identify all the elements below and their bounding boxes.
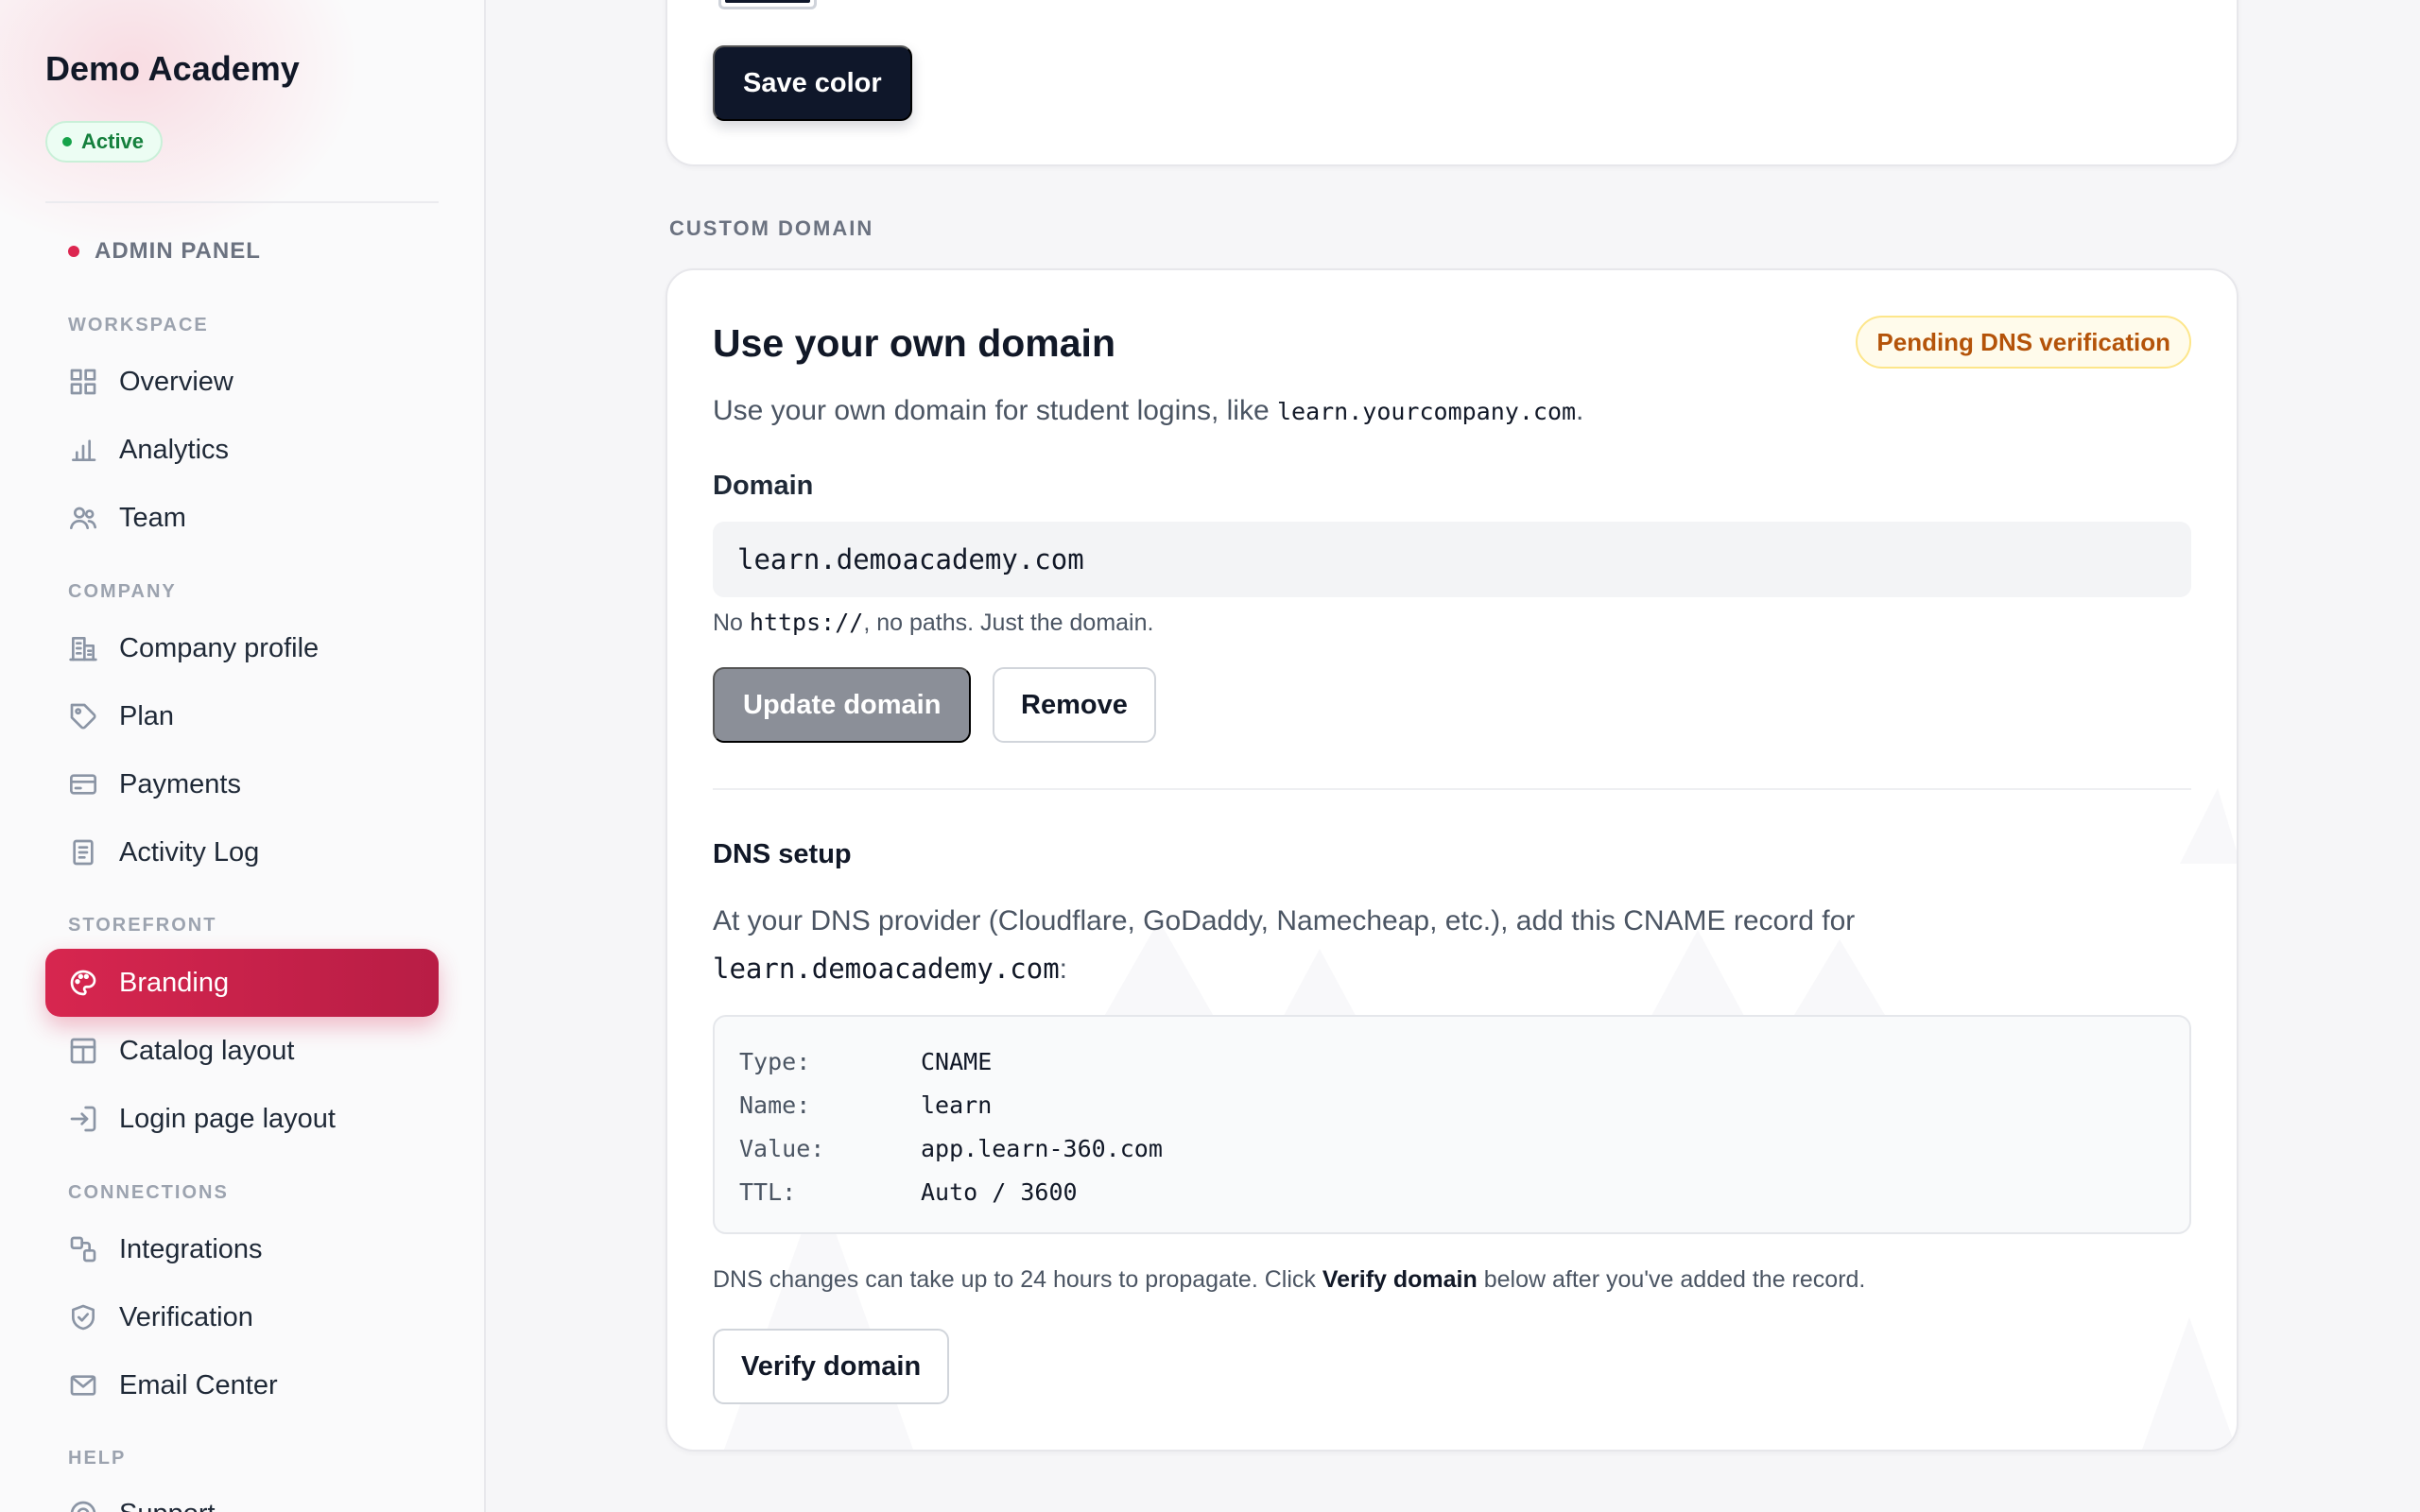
domain-field-label: Domain: [713, 471, 814, 501]
group-label-help: HELP: [68, 1448, 127, 1469]
color-swatch[interactable]: [718, 0, 817, 9]
dns-description-text: At your DNS provider (Cloudflare, GoDadd…: [713, 905, 1856, 936]
palette-icon: [68, 968, 98, 998]
sidebar-item-label: Company profile: [119, 632, 320, 663]
sidebar-item-label: Branding: [119, 967, 230, 998]
brand-color-card: Save color: [666, 0, 2238, 166]
sidebar-divider: [45, 201, 439, 203]
sidebar-item-overview[interactable]: Overview: [45, 348, 439, 416]
record-key: TTL:: [739, 1177, 797, 1206]
sidebar-item-label: Email Center: [119, 1369, 278, 1400]
domain-hint: No https://, no paths. Just the domain.: [713, 609, 1153, 637]
admin-panel-label: ADMIN PANEL: [68, 238, 261, 265]
group-label-storefront: STOREFRONT: [68, 915, 217, 936]
sidebar-item-label: Support: [119, 1499, 216, 1512]
sidebar-item-label: Integrations: [119, 1233, 263, 1264]
dns-record-row: Type: CNAME: [739, 1040, 2165, 1083]
remove-domain-button[interactable]: Remove: [993, 667, 1156, 743]
dns-propagation-note: DNS changes can take up to 24 hours to p…: [713, 1266, 1865, 1294]
dns-setup-description: At your DNS provider (Cloudflare, GoDadd…: [713, 898, 2036, 993]
tag-icon: [68, 701, 98, 731]
brand-name: Demo Academy: [45, 49, 300, 88]
sidebar-item-label: Plan: [119, 700, 175, 731]
status-dot-icon: [62, 137, 72, 146]
record-value: CNAME: [921, 1047, 993, 1075]
hint-code: https://: [749, 609, 864, 636]
sidebar-item-branding[interactable]: Branding: [45, 949, 439, 1017]
sidebar-item-team[interactable]: Team: [45, 484, 439, 552]
verify-domain-button[interactable]: Verify domain: [713, 1329, 950, 1404]
hint-prefix: No: [713, 610, 750, 636]
card-divider: [713, 788, 2191, 790]
record-key: Name:: [739, 1091, 811, 1119]
sidebar-item-catalog-layout[interactable]: Catalog layout: [45, 1017, 439, 1085]
sidebar-item-company-profile[interactable]: Company profile: [45, 614, 439, 682]
note-prefix: DNS changes can take up to 24 hours to p…: [713, 1266, 1322, 1293]
record-value: learn: [921, 1091, 993, 1119]
bar-chart-icon: [68, 435, 98, 465]
document-list-icon: [68, 837, 98, 868]
sidebar-item-label: Overview: [119, 366, 233, 397]
dns-setup-title: DNS setup: [713, 839, 852, 869]
description-suffix: .: [1576, 395, 1584, 426]
sidebar-item-label: Login page layout: [119, 1103, 336, 1134]
custom-domain-title: Use your own domain: [713, 321, 1115, 365]
support-icon: [68, 1499, 98, 1512]
integrations-icon: [68, 1234, 98, 1264]
sidebar-item-verification[interactable]: Verification: [45, 1283, 439, 1351]
sidebar-item-analytics[interactable]: Analytics: [45, 416, 439, 484]
sidebar-item-label: Team: [119, 502, 186, 533]
sidebar-item-support[interactable]: Support: [45, 1480, 439, 1512]
save-color-button[interactable]: Save color: [713, 45, 912, 121]
building-icon: [68, 633, 98, 663]
dns-description-domain: learn.demoacademy.com: [713, 953, 1060, 985]
sidebar-item-payments[interactable]: Payments: [45, 750, 439, 818]
hint-suffix: , no paths. Just the domain.: [863, 610, 1154, 636]
custom-domain-description: Use your own domain for student logins, …: [713, 395, 1583, 427]
section-label-custom-domain: CUSTOM DOMAIN: [669, 216, 874, 240]
shield-check-icon: [68, 1302, 98, 1332]
note-bold: Verify domain: [1322, 1266, 1478, 1293]
group-label-connections: CONNECTIONS: [68, 1182, 229, 1203]
group-label-workspace: WORKSPACE: [68, 315, 209, 335]
record-key: Type:: [739, 1047, 811, 1075]
sidebar-item-label: Verification: [119, 1301, 253, 1332]
admin-panel-text: ADMIN PANEL: [95, 238, 261, 264]
sidebar-item-label: Payments: [119, 768, 241, 799]
description-text: Use your own domain for student logins, …: [713, 395, 1277, 426]
dns-record-row: Value: app.learn-360.com: [739, 1126, 2165, 1170]
record-key: Value:: [739, 1134, 825, 1162]
sidebar-item-email-center[interactable]: Email Center: [45, 1351, 439, 1419]
sidebar-item-label: Catalog layout: [119, 1035, 295, 1066]
custom-domain-card: Use your own domain Pending DNS verifica…: [666, 268, 2238, 1452]
status-badge: Active: [45, 121, 164, 163]
example-domain-code: learn.yourcompany.com: [1276, 398, 1577, 425]
credit-card-icon: [68, 769, 98, 799]
login-icon: [68, 1104, 98, 1134]
sidebar-item-plan[interactable]: Plan: [45, 682, 439, 750]
dns-record-box: Type: CNAME Name: learn Value: app.learn…: [713, 1015, 2191, 1234]
dns-status-badge: Pending DNS verification: [1856, 316, 2191, 369]
group-label-company: COMPANY: [68, 581, 177, 602]
record-value: Auto / 3600: [921, 1177, 1078, 1206]
sidebar-item-label: Activity Log: [119, 836, 260, 868]
note-suffix: below after you've added the record.: [1477, 1266, 1866, 1293]
layout-icon: [68, 1036, 98, 1066]
dns-record-row: Name: learn: [739, 1083, 2165, 1126]
sidebar-item-activity-log[interactable]: Activity Log: [45, 818, 439, 886]
record-value: app.learn-360.com: [921, 1134, 1163, 1162]
sidebar-item-integrations[interactable]: Integrations: [45, 1215, 439, 1283]
sidebar-item-label: Analytics: [119, 434, 230, 465]
grid-icon: [68, 367, 98, 397]
admin-dot-icon: [68, 246, 79, 257]
users-icon: [68, 503, 98, 533]
mail-icon: [68, 1370, 98, 1400]
dns-record-row: TTL: Auto / 3600: [739, 1170, 2165, 1213]
sidebar: Demo Academy Active ADMIN PANEL WORKSPAC…: [0, 0, 486, 1512]
domain-input[interactable]: [713, 522, 2191, 597]
update-domain-button[interactable]: Update domain: [713, 667, 972, 743]
sidebar-item-login-page-layout[interactable]: Login page layout: [45, 1085, 439, 1153]
status-badge-label: Active: [81, 129, 145, 153]
dns-description-suffix: :: [1059, 954, 1067, 985]
